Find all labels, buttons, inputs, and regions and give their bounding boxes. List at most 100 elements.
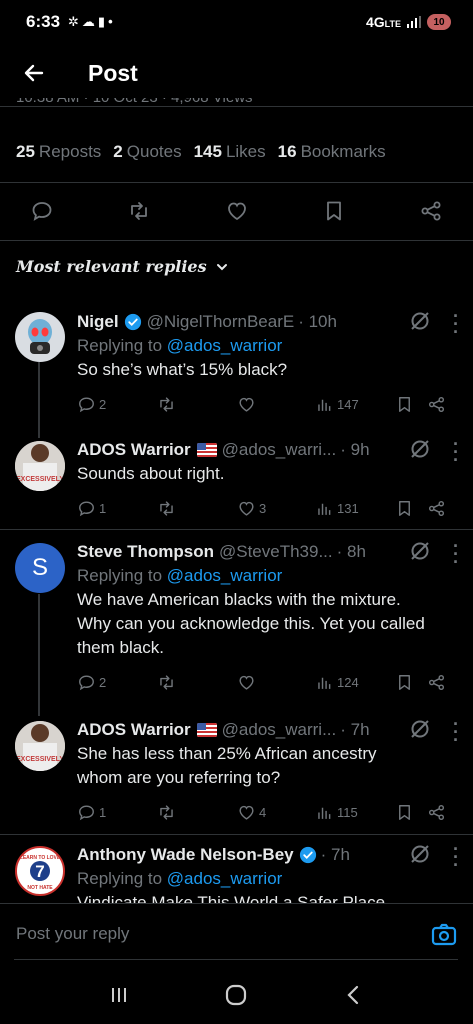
reply-handle[interactable]: @ados_warri... [222, 720, 337, 740]
svg-text:EXCESSIVELY: EXCESSIVELY [16, 476, 64, 483]
quotes-stat[interactable]: 2 Quotes [113, 142, 181, 162]
likes-stat[interactable]: 145 Likes [194, 142, 266, 162]
mention-link[interactable]: @ados_warrior [167, 869, 283, 888]
more-options-icon[interactable]: · · · [453, 307, 459, 341]
avatar[interactable]: S [15, 543, 65, 593]
svg-text:EXCESSIVELY: EXCESSIVELY [16, 756, 64, 763]
reply-icon[interactable] [30, 199, 54, 223]
bookmark-icon [399, 804, 410, 820]
camera-icon[interactable] [431, 922, 457, 948]
battery-icon: 10 [427, 14, 451, 30]
network-indicator: 4GLTE [365, 14, 401, 30]
grok-icon[interactable] [409, 843, 431, 865]
reply-views[interactable]: 131 [315, 496, 359, 520]
reply-bookmark-button[interactable] [395, 670, 414, 694]
reply-input[interactable]: Post your reply [16, 924, 129, 944]
reply-repost-button[interactable] [157, 670, 176, 694]
grok-icon[interactable] [409, 438, 431, 460]
grok-icon[interactable] [409, 310, 431, 332]
us-flag-icon [196, 443, 217, 457]
reply-comments-button[interactable]: 2 [77, 392, 106, 416]
repost-icon [160, 396, 173, 412]
reply-author-name[interactable]: Nigel [77, 312, 119, 332]
views-icon [318, 503, 331, 515]
reply-share-button[interactable] [427, 392, 446, 416]
reply-author-name[interactable]: Steve Thompson [77, 542, 214, 562]
reply-views[interactable]: 147 [315, 392, 359, 416]
reply-item[interactable]: EXCESSIVELY ADOS Warrior @ados_warri... … [0, 715, 473, 828]
reply-bookmark-button[interactable] [395, 496, 414, 520]
system-navigation-bar [0, 965, 473, 1024]
more-options-icon[interactable]: · · · [453, 435, 459, 469]
verified-badge-icon [124, 313, 141, 331]
more-options-icon[interactable]: · · · [453, 715, 459, 749]
bookmark-icon [399, 674, 410, 690]
reply-bookmark-button[interactable] [395, 392, 414, 416]
reply-like-button[interactable]: 3 [237, 496, 266, 520]
reposts-stat[interactable]: 25 Reposts [16, 142, 101, 162]
reply-views[interactable]: 115 [315, 800, 358, 824]
reply-item[interactable]: Nigel @NigelThornBearE · 10h Replying to… [0, 307, 473, 432]
views-icon [318, 399, 331, 411]
reply-author-name[interactable]: ADOS Warrior [77, 720, 191, 740]
divider [0, 834, 473, 835]
home-icon[interactable] [223, 982, 249, 1008]
reply-comments-button[interactable]: 2 [77, 670, 106, 694]
more-options-icon[interactable]: · · · [453, 843, 459, 874]
mention-link[interactable]: @ados_warrior [167, 566, 283, 585]
reply-item[interactable]: S Steve Thompson @SteveTh39... · 8h Repl… [0, 537, 473, 710]
reply-bookmark-button[interactable] [395, 800, 414, 824]
status-bar: 6:33 ✲☁▮• 4GLTE 10 [0, 0, 473, 44]
reply-header: ADOS Warrior @ados_warri... · 9h [77, 438, 459, 462]
reply-item[interactable]: EXCESSIVELY ADOS Warrior @ados_warri... … [0, 435, 473, 528]
bookmarks-stat[interactable]: 16 Bookmarks [278, 142, 386, 162]
reply-author-name[interactable]: ADOS Warrior [77, 440, 191, 460]
reply-header: Anthony Wade Nelson-Bey · 7h [77, 843, 459, 867]
reply-like-button[interactable] [237, 670, 256, 694]
reply-share-button[interactable] [427, 670, 446, 694]
reply-handle[interactable]: @NigelThornBearE [147, 312, 295, 332]
replies-sort-dropdown[interactable]: Most relevant replies [16, 257, 229, 276]
reply-text: She has less than 25% African ancestry w… [77, 744, 377, 787]
svg-text:7: 7 [35, 862, 44, 881]
share-icon[interactable] [419, 199, 443, 223]
recent-apps-icon[interactable] [106, 982, 132, 1008]
reply-like-button[interactable] [237, 392, 256, 416]
like-icon[interactable] [225, 199, 249, 223]
reply-repost-button[interactable] [157, 800, 176, 824]
avatar[interactable]: LEARN TO LOVE 7 NOT HATE [15, 846, 65, 896]
reply-comments-button[interactable]: 1 [77, 496, 106, 520]
grok-icon[interactable] [409, 718, 431, 740]
repost-icon[interactable] [127, 199, 151, 223]
more-options-icon[interactable]: · · · [453, 537, 459, 571]
reply-header: Steve Thompson @SteveTh39... · 8h [77, 540, 459, 564]
reply-icon [79, 804, 94, 820]
reply-repost-button[interactable] [157, 392, 176, 416]
reply-author-name[interactable]: Anthony Wade Nelson-Bey [77, 845, 294, 865]
reply-item[interactable]: LEARN TO LOVE 7 NOT HATE Anthony Wade Nels… [0, 843, 473, 903]
reply-share-button[interactable] [427, 496, 446, 520]
reply-share-button[interactable] [427, 800, 446, 824]
reply-metrics: 1 3 131 [77, 496, 459, 520]
reply-header: Nigel @NigelThornBearE · 10h [77, 310, 459, 334]
avatar[interactable]: EXCESSIVELY [15, 441, 65, 491]
avatar[interactable]: EXCESSIVELY [15, 721, 65, 771]
top-app-bar: Post [0, 44, 473, 102]
reply-handle[interactable]: @SteveTh39... [219, 542, 333, 562]
reply-comments-button[interactable]: 1 [77, 800, 106, 824]
reply-metrics: 2 147 [77, 392, 459, 416]
like-icon [239, 675, 254, 690]
mention-link[interactable]: @ados_warrior [167, 336, 283, 355]
bookmark-icon[interactable] [322, 199, 346, 223]
reply-handle[interactable]: @ados_warri... [222, 440, 337, 460]
reply-text: Vindicate Make This World a Safer Place [77, 893, 386, 903]
reply-views[interactable]: 124 [315, 670, 359, 694]
reply-repost-button[interactable] [157, 496, 176, 520]
share-icon [428, 804, 445, 820]
grok-icon[interactable] [409, 540, 431, 562]
composer-underline [14, 959, 458, 960]
back-button[interactable] [0, 44, 68, 102]
reply-like-button[interactable]: 4 [237, 800, 266, 824]
avatar[interactable] [15, 312, 65, 362]
back-nav-icon[interactable] [341, 982, 367, 1008]
